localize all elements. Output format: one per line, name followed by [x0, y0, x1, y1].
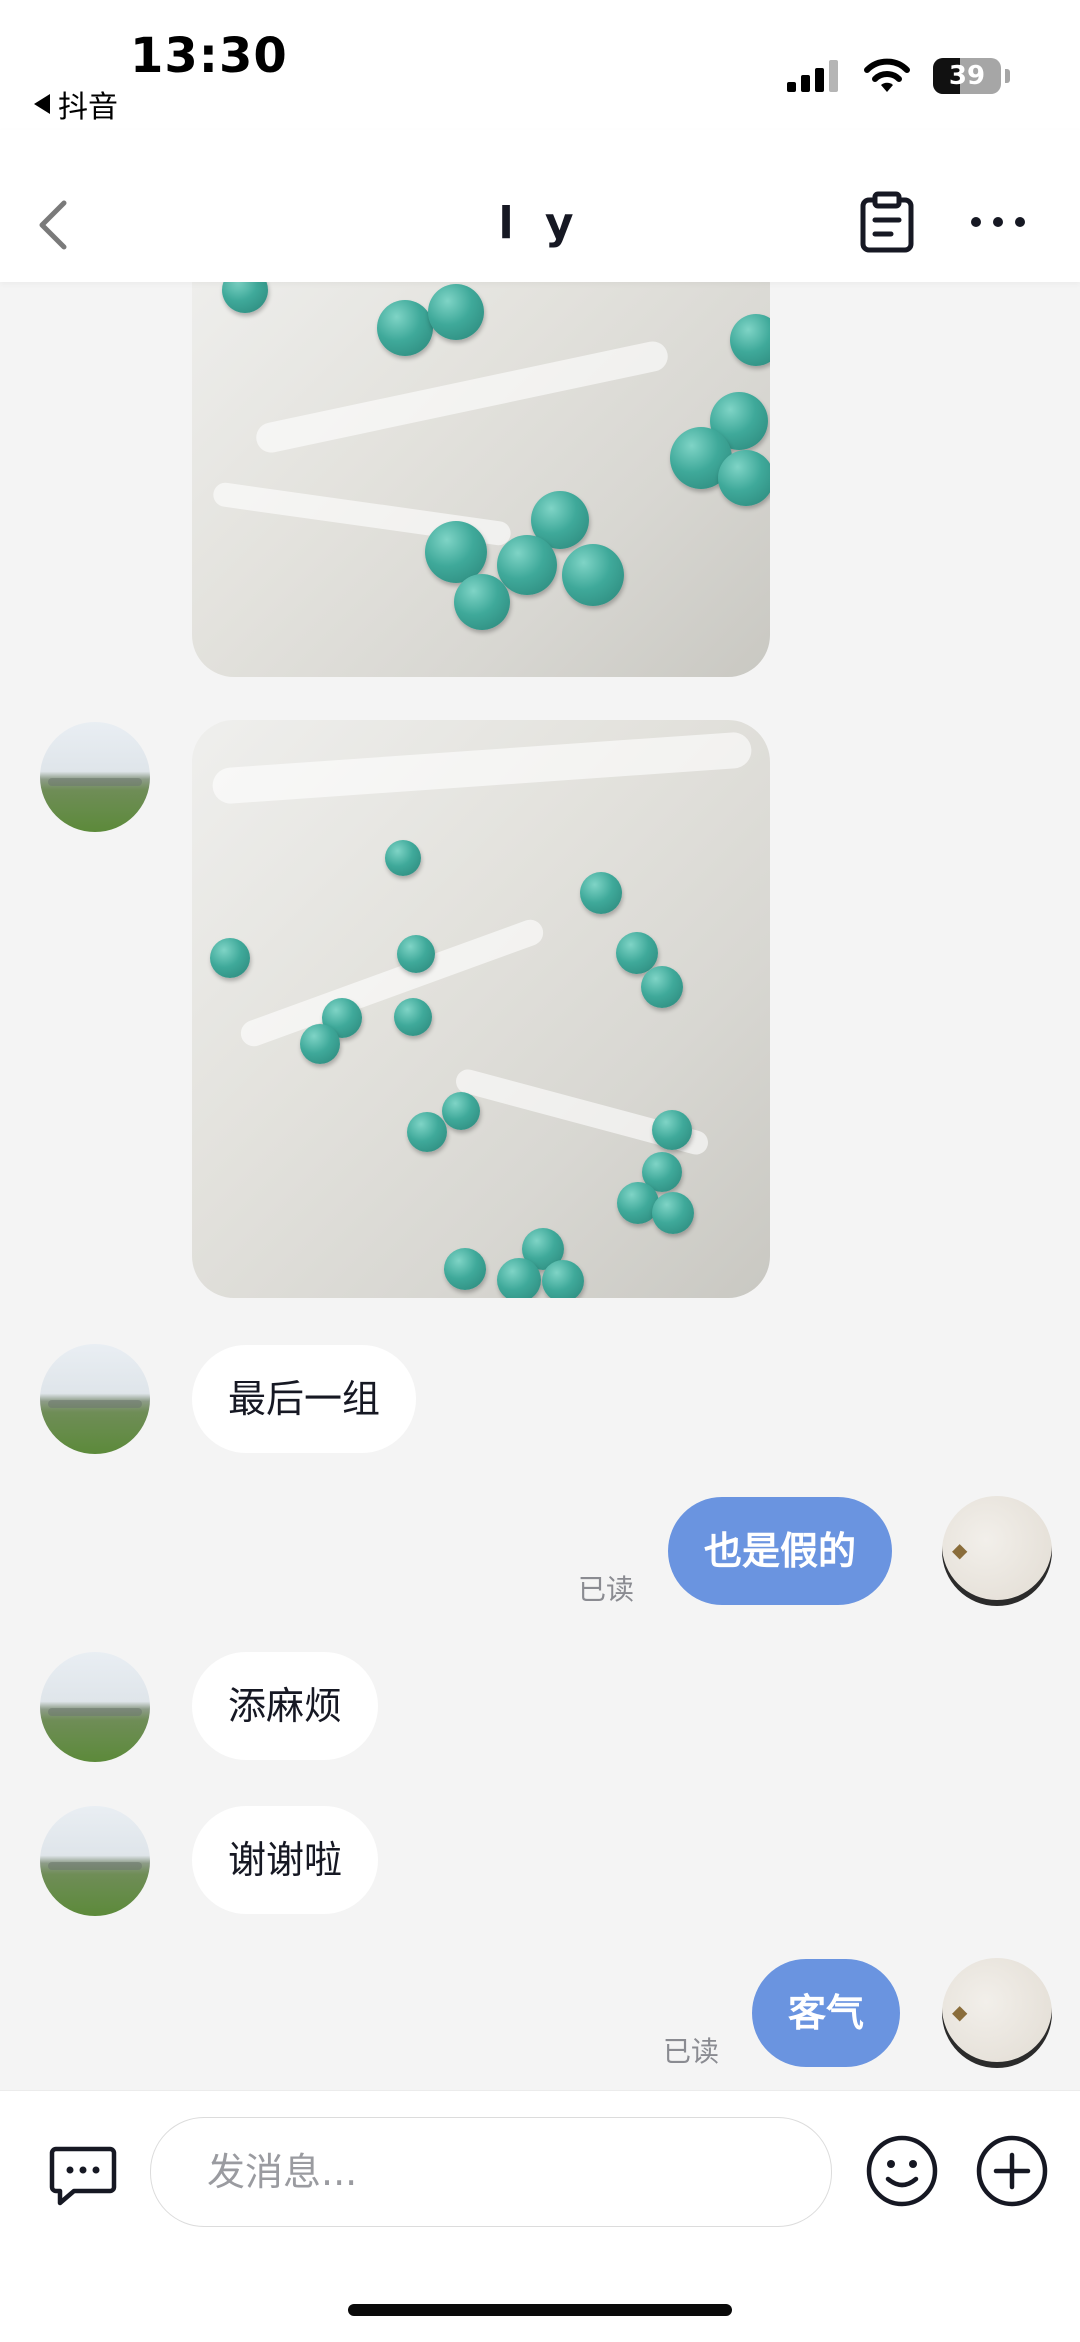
read-receipt: 已读: [663, 2035, 720, 2068]
contact-avatar[interactable]: [40, 1652, 150, 1762]
system-icons: 39: [787, 58, 1010, 94]
message-text-field[interactable]: [151, 2118, 831, 2226]
message-bubble-sent[interactable]: 客气: [752, 1959, 901, 2067]
image-message[interactable]: [192, 282, 770, 677]
message-input[interactable]: [150, 2117, 832, 2227]
emoji-icon[interactable]: [864, 2133, 940, 2209]
status-bar: 13:30 抖音 39: [0, 0, 1080, 130]
status-time: 13:30: [130, 28, 288, 84]
add-icon[interactable]: [974, 2133, 1050, 2209]
contact-avatar[interactable]: [40, 1344, 150, 1454]
message-list[interactable]: 最后一组 已读 也是假的 ◆ 添麻烦 谢谢啦 已读 客气 ◆: [0, 282, 1080, 2090]
clipboard-icon[interactable]: [855, 190, 919, 254]
back-triangle-icon: [34, 94, 50, 114]
my-avatar[interactable]: ◆: [942, 1958, 1052, 2068]
back-to-app-link[interactable]: 抖音: [34, 82, 118, 126]
avatar-logo-icon: ◆: [952, 2000, 969, 2024]
message-bubble-sent[interactable]: 也是假的: [668, 1497, 893, 1605]
read-receipt: 已读: [578, 1573, 635, 1606]
cellular-signal-icon: [787, 60, 838, 92]
avatar-logo-icon: ◆: [952, 1538, 969, 1562]
battery-tip-icon: [1005, 69, 1010, 83]
message-bubble-received[interactable]: 添麻烦: [192, 1652, 379, 1760]
home-indicator[interactable]: [348, 2304, 732, 2316]
contact-avatar[interactable]: [40, 1806, 150, 1916]
more-icon[interactable]: [968, 202, 1028, 242]
chat-header: l y: [0, 130, 1080, 282]
message-bubble-received[interactable]: 最后一组: [192, 1345, 417, 1453]
battery-indicator: 39: [933, 58, 1001, 94]
contact-avatar[interactable]: [40, 722, 150, 832]
my-avatar[interactable]: ◆: [942, 1496, 1052, 1606]
quick-reply-icon[interactable]: [48, 2143, 118, 2209]
image-message[interactable]: [192, 720, 770, 1298]
back-app-label: 抖音: [58, 90, 118, 125]
message-bubble-received[interactable]: 谢谢啦: [192, 1806, 379, 1914]
battery-level-text: 39: [948, 61, 986, 91]
wifi-icon: [864, 58, 910, 92]
